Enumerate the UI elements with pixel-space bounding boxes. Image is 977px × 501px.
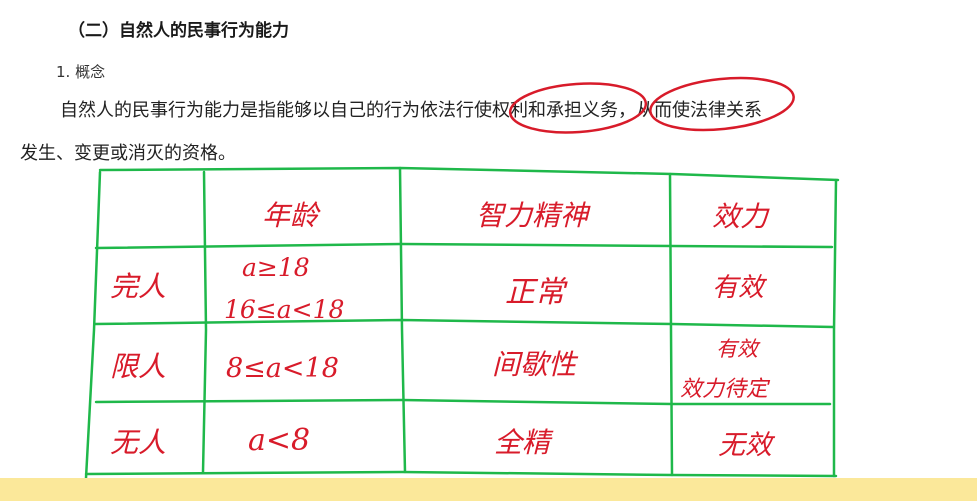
red-circle-rights [508,82,648,134]
bottom-yellow-band [0,478,977,501]
row-full-age-1: a≥18 [242,253,310,282]
header-mental: 智力精神 [476,199,591,232]
red-circle-duties [649,76,795,132]
row-none-age: a<8 [248,423,310,458]
row-limited-effect-1: 有效 [716,337,761,361]
row-label-none: 无人 [110,426,166,459]
row-none-effect: 无效 [718,430,776,461]
header-age: 年龄 [262,199,321,232]
row-full-age-2: 16≤a<18 [224,295,344,324]
header-effect: 效力 [712,200,770,233]
row-full-effect: 有效 [712,273,768,303]
row-full-mental: 正常 [505,275,568,310]
row-limited-effect-2: 效力待定 [680,377,771,402]
row-label-full: 完人 [110,270,166,303]
row-label-limited: 限人 [110,350,166,383]
row-limited-mental: 间歇性 [492,348,579,381]
annotation-layer: 年龄 智力精神 效力 完人 a≥18 16≤a<18 正常 有效 限人 8≤a<… [84,76,840,480]
row-none-mental: 全精 [494,426,554,459]
row-limited-age: 8≤a<18 [226,353,339,384]
